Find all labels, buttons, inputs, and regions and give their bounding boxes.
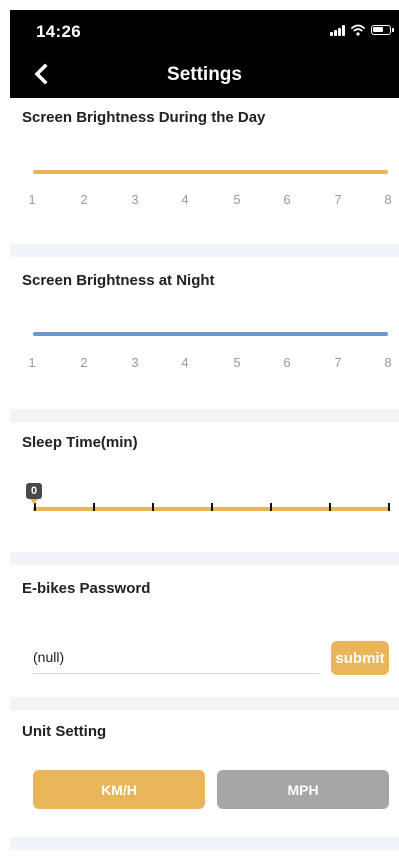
tick-label: 7	[334, 355, 342, 370]
tick-label: 5	[233, 192, 241, 207]
section-divider	[10, 244, 399, 257]
section-divider	[10, 697, 399, 710]
password-input[interactable]	[33, 640, 319, 674]
night-brightness-ticks: 1 2 3 4 5 6 7 8	[22, 355, 394, 371]
sleep-tick	[211, 503, 213, 511]
day-brightness-slider[interactable]	[33, 170, 388, 174]
wifi-icon	[351, 24, 365, 36]
tick-label: 5	[233, 355, 241, 370]
section-divider	[10, 409, 399, 422]
tick-label: 1	[28, 192, 36, 207]
sleep-tick	[270, 503, 272, 511]
unit-setting-title: Unit Setting	[22, 723, 107, 740]
kmh-button[interactable]: KM/H	[33, 770, 205, 809]
sleep-tick	[93, 503, 95, 511]
status-time: 14:26	[36, 22, 81, 41]
sleep-time-title: Sleep Time(min)	[22, 434, 138, 451]
night-brightness-title: Screen Brightness at Night	[22, 272, 215, 289]
battery-icon	[371, 25, 394, 35]
sleep-tick	[388, 503, 390, 511]
tick-label: 2	[80, 355, 88, 370]
signal-icon	[330, 24, 345, 36]
sleep-tick	[34, 503, 36, 511]
section-divider	[10, 837, 399, 850]
tick-label: 3	[131, 355, 139, 370]
tick-label: 6	[283, 355, 291, 370]
tick-label: 4	[181, 355, 189, 370]
page-title: Settings	[167, 64, 242, 85]
status-icons	[330, 24, 394, 36]
sleep-tick	[329, 503, 331, 511]
sleep-time-thumb[interactable]: 0	[26, 483, 42, 504]
submit-button[interactable]: submit	[331, 641, 389, 675]
status-bar: 14:26	[10, 10, 399, 50]
tick-label: 4	[181, 192, 189, 207]
tick-label: 8	[384, 192, 392, 207]
tick-label: 1	[28, 355, 36, 370]
sleep-tick	[152, 503, 154, 511]
nav-bar: Settings	[10, 50, 399, 98]
tick-label: 7	[334, 192, 342, 207]
mph-button[interactable]: MPH	[217, 770, 389, 809]
day-brightness-title: Screen Brightness During the Day	[22, 109, 266, 126]
day-brightness-ticks: 1 2 3 4 5 6 7 8	[22, 192, 394, 208]
night-brightness-slider[interactable]	[33, 332, 388, 336]
section-divider	[10, 552, 399, 565]
tick-label: 6	[283, 192, 291, 207]
tick-label: 3	[131, 192, 139, 207]
tick-label: 8	[384, 355, 392, 370]
password-title: E-bikes Password	[22, 580, 151, 597]
tick-label: 2	[80, 192, 88, 207]
